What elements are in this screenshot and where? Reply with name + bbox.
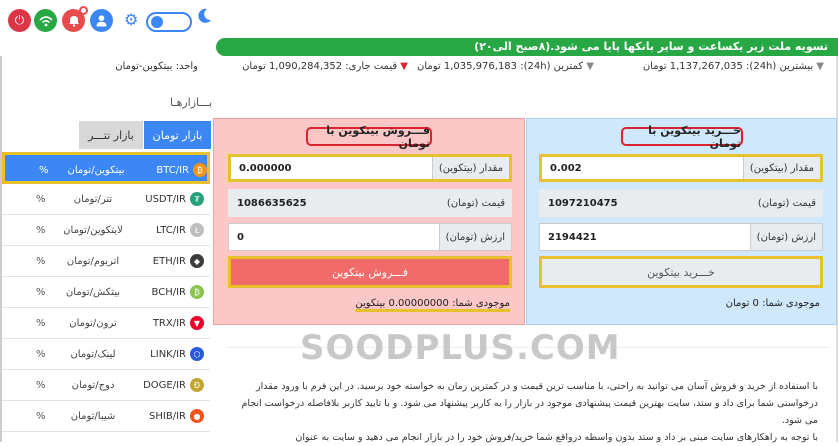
market-symbol: LINK/IR bbox=[150, 349, 186, 360]
market-symbol: BCH/IR bbox=[151, 287, 186, 298]
buy-button[interactable]: خـــرید بیتکوین bbox=[539, 256, 823, 288]
tab-toman-market[interactable]: بازار تومان bbox=[144, 121, 211, 149]
market-symbol: ETH/IR bbox=[152, 256, 186, 267]
litecoin-icon: Ł bbox=[190, 223, 204, 237]
theme-toggle[interactable] bbox=[146, 12, 192, 32]
moon-icon[interactable] bbox=[198, 8, 212, 24]
market-change: % bbox=[36, 194, 46, 205]
market-symbol: USDT/IR bbox=[145, 194, 186, 205]
market-symbol: SHIB/IR bbox=[149, 411, 186, 422]
sell-total-field[interactable]: ارزش (تومان) 0 bbox=[228, 223, 512, 251]
market-name: لایتکوین/تومان bbox=[63, 225, 123, 236]
dogecoin-icon: Ð bbox=[190, 378, 204, 392]
buy-amount-field[interactable]: مقدار (بیتکوین) 0.002 bbox=[539, 154, 823, 182]
market-row-trx[interactable]: % ترون/تومان TRX/IR ▼ bbox=[2, 308, 210, 339]
market-name: شیبا/تومان bbox=[70, 411, 116, 422]
wifi-icon[interactable] bbox=[34, 9, 57, 32]
market-row-btc[interactable]: % بیتکوین/تومان BTC/IR ₿ bbox=[2, 152, 210, 184]
market-name: ترون/تومان bbox=[69, 318, 117, 329]
market-change: % bbox=[36, 380, 46, 391]
market-name: لینک/تومان bbox=[70, 349, 116, 360]
market-change: % bbox=[36, 318, 46, 329]
buy-total-field[interactable]: ارزش (تومان) 2194421 bbox=[539, 223, 823, 251]
sell-price-value: 1086635625 bbox=[237, 197, 307, 209]
info-paragraph-2: با توجه به راهکارهای سایت مبنی بر داد و … bbox=[295, 432, 818, 443]
power-icon[interactable]: ⏻ bbox=[8, 9, 31, 32]
tron-icon: ▼ bbox=[190, 316, 204, 330]
notification-bell-icon[interactable] bbox=[62, 6, 88, 32]
market-change: % bbox=[39, 165, 49, 176]
buy-amount-value[interactable]: 0.002 bbox=[550, 157, 582, 179]
buy-price-label: قیمت (تومان) bbox=[751, 190, 822, 216]
market-row-usdt[interactable]: % تتر/تومان USDT/IR ₮ bbox=[2, 184, 210, 215]
buy-panel-title: خـــرید بیتکوین با تومان bbox=[621, 124, 743, 150]
buy-price-field: قیمت (تومان) 1097210475 bbox=[539, 189, 823, 217]
market-name: دوج/تومان bbox=[71, 380, 115, 391]
info-text: با استفاده از خرید و فروش آسان می توانید… bbox=[228, 378, 818, 446]
buy-price-value: 1097210475 bbox=[548, 197, 618, 209]
bitcoin-cash-icon: ₿ bbox=[190, 285, 204, 299]
notification-dot bbox=[79, 6, 88, 15]
sell-panel: فـــروش بیتکوین با تومان مقدار (بیتکوین)… bbox=[213, 118, 525, 325]
tether-icon: ₮ bbox=[190, 192, 204, 206]
markets-heading: بـــازارهـا bbox=[170, 96, 213, 109]
market-row-link[interactable]: % لینک/تومان LINK/IR ⬡ bbox=[2, 339, 210, 370]
user-profile-icon[interactable] bbox=[90, 9, 113, 32]
market-symbol: TRX/IR bbox=[152, 318, 186, 329]
market-change: % bbox=[36, 256, 46, 267]
sell-balance: موجودی شما: 0.00000000 بیتکوین bbox=[355, 298, 510, 312]
market-change: % bbox=[36, 349, 46, 360]
tab-tether-market[interactable]: بازار تتـــر bbox=[79, 121, 143, 149]
buy-total-value[interactable]: 2194421 bbox=[548, 224, 597, 250]
lowest-price: ▼ کمترین (24h): 1,035,976,183 تومان bbox=[417, 61, 594, 72]
unit-label: واحد: بیتکوین-تومان bbox=[115, 61, 198, 72]
price-stats-bar: ▼ بیشترین (24h): 1,137,267,035 تومان ▼ ک… bbox=[0, 56, 838, 78]
market-symbol: DOGE/IR bbox=[143, 380, 186, 391]
top-bar: ⏻ ⚙ bbox=[0, 0, 838, 38]
highest-price: ▼ بیشترین (24h): 1,137,267,035 تومان bbox=[642, 61, 824, 72]
market-symbol: LTC/IR bbox=[156, 225, 186, 236]
watermark: SOODPLUS.COM bbox=[300, 328, 621, 368]
market-row-bch[interactable]: % بیتکش/تومان BCH/IR ₿ bbox=[2, 277, 210, 308]
market-change: % bbox=[36, 225, 46, 236]
market-symbol: BTC/IR bbox=[156, 165, 189, 176]
sell-panel-title: فـــروش بیتکوین با تومان bbox=[306, 124, 432, 150]
chainlink-icon: ⬡ bbox=[190, 347, 204, 361]
market-change: % bbox=[36, 411, 46, 422]
market-row-eth[interactable]: % اتریوم/تومان ETH/IR ◆ bbox=[2, 246, 210, 277]
buy-amount-label: مقدار (بیتکوین) bbox=[742, 157, 820, 179]
ethereum-icon: ◆ bbox=[190, 254, 204, 268]
sell-price-label: قیمت (تومان) bbox=[440, 190, 511, 216]
sell-total-value[interactable]: 0 bbox=[237, 224, 244, 250]
sell-price-field: قیمت (تومان) 1086635625 bbox=[228, 189, 512, 217]
buy-total-label: ارزش (تومان) bbox=[749, 224, 822, 250]
toggle-knob bbox=[151, 16, 163, 28]
current-price: ▼ قیمت جاری: 1,090,284,352 تومان bbox=[242, 61, 408, 72]
sell-amount-label: مقدار (بیتکوین) bbox=[431, 157, 509, 179]
market-name: تتر/تومان bbox=[73, 194, 113, 205]
buy-balance: موجودی شما: 0 تومان bbox=[725, 298, 820, 309]
sell-amount-value[interactable]: 0.000000 bbox=[239, 157, 292, 179]
shiba-icon: ● bbox=[190, 409, 204, 423]
market-row-ltc[interactable]: % لایتکوین/تومان LTC/IR Ł bbox=[2, 215, 210, 246]
buy-panel: خـــرید بیتکوین با تومان مقدار (بیتکوین)… bbox=[526, 118, 837, 325]
sell-balance-text: موجودی شما: 0.00000000 بیتکوین bbox=[355, 298, 510, 312]
bitcoin-icon: ₿ bbox=[193, 163, 207, 177]
sell-button[interactable]: فـــروش بیتکوین bbox=[228, 256, 512, 288]
info-paragraph-1: با استفاده از خرید و فروش آسان می توانید… bbox=[241, 381, 818, 426]
market-change: % bbox=[36, 287, 46, 298]
sell-amount-field[interactable]: مقدار (بیتکوین) 0.000000 bbox=[228, 154, 512, 182]
settlement-banner: تسویه ملت زیر یکساعت و سایر بانکها پایا … bbox=[216, 38, 838, 56]
sell-total-label: ارزش (تومان) bbox=[438, 224, 511, 250]
market-name: بیتکوین/تومان bbox=[67, 165, 125, 176]
market-name: اتریوم/تومان bbox=[66, 256, 120, 267]
gear-icon[interactable]: ⚙ bbox=[124, 11, 141, 28]
market-row-shib[interactable]: % شیبا/تومان SHIB/IR ● bbox=[2, 401, 210, 432]
market-name: بیتکش/تومان bbox=[65, 287, 121, 298]
market-row-doge[interactable]: % دوج/تومان DOGE/IR Ð bbox=[2, 370, 210, 401]
